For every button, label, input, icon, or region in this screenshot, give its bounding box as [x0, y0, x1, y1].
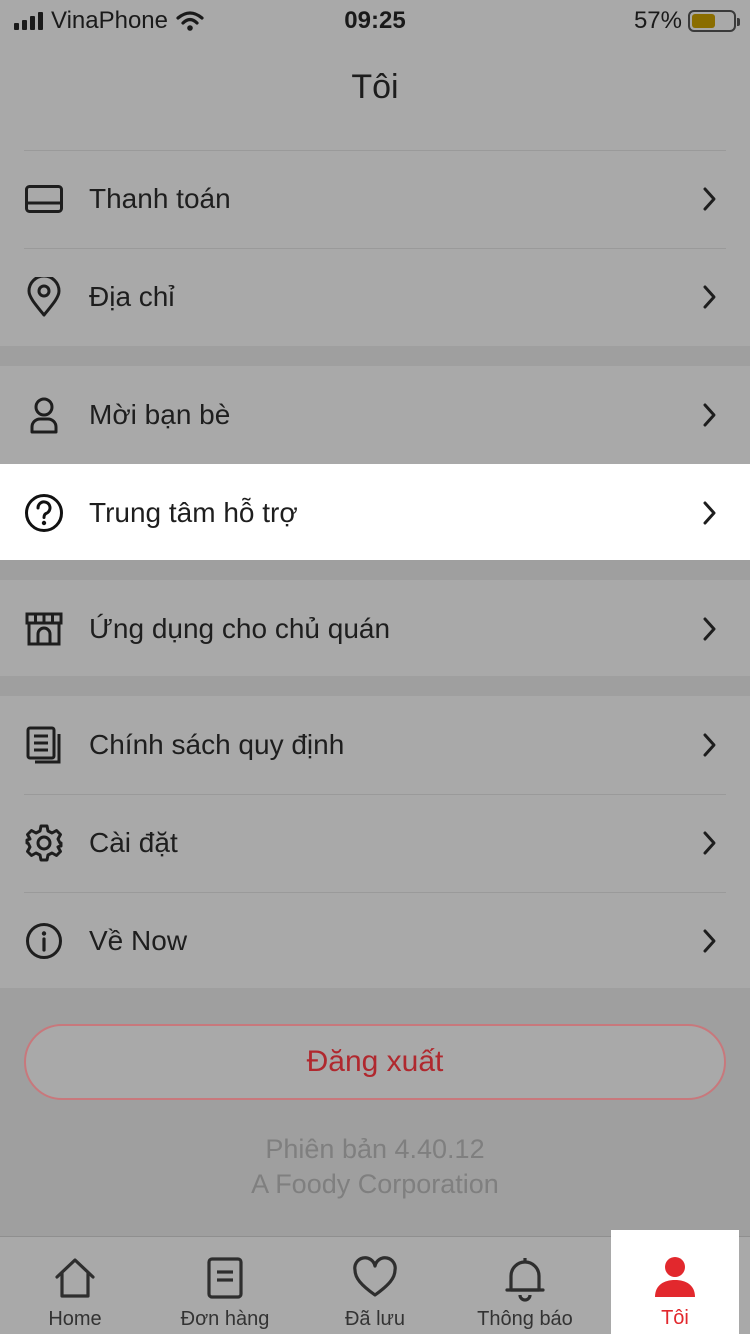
- battery-level: [692, 14, 715, 28]
- menu-item-payment[interactable]: Thanh toán: [0, 150, 750, 248]
- menu-item-label: Địa chỉ: [89, 281, 175, 312]
- menu-item-about[interactable]: Về Now: [0, 892, 750, 990]
- menu-group-account: Thanh toán Địa chỉ: [0, 150, 750, 346]
- tab-home[interactable]: Home: [0, 1237, 150, 1334]
- status-bar: VinaPhone 09:25 57%: [0, 0, 750, 42]
- carrier-name: VinaPhone: [51, 7, 168, 34]
- battery-percent: 57%: [633, 7, 682, 34]
- person-icon: [24, 395, 64, 435]
- tab-saved[interactable]: Đã lưu: [300, 1237, 450, 1334]
- chevron-right-icon: [703, 285, 716, 309]
- menu-group-merchant: Ứng dụng cho chủ quán: [0, 580, 750, 678]
- store-icon: [24, 609, 64, 649]
- section-gap: [0, 560, 750, 580]
- menu-item-label: Mời bạn bè: [89, 399, 231, 430]
- tab-label: Đã lưu: [344, 1308, 406, 1330]
- profile-icon: [655, 1257, 695, 1297]
- menu-item-merchant-app[interactable]: Ứng dụng cho chủ quán: [0, 580, 750, 678]
- tab-label: Thông báo: [477, 1308, 573, 1330]
- order-icon: [207, 1257, 243, 1299]
- status-right: 57%: [633, 7, 740, 35]
- menu-item-settings[interactable]: Cài đặt: [0, 794, 750, 892]
- logout-button[interactable]: Đăng xuất: [24, 1024, 726, 1100]
- menu-item-label: Cài đặt: [89, 827, 178, 858]
- tab-orders[interactable]: Đơn hàng: [150, 1237, 300, 1334]
- menu-item-label: Thanh toán: [89, 183, 231, 214]
- tab-label: Tôi: [661, 1307, 689, 1329]
- bell-icon: [505, 1258, 545, 1302]
- chevron-right-icon: [703, 501, 716, 525]
- location-pin-icon: [24, 277, 64, 317]
- menu-item-label: Về Now: [89, 925, 188, 956]
- card-icon: [24, 179, 64, 219]
- logout-section: Đăng xuất Phiên bản 4.40.12 A Foody Corp…: [0, 988, 750, 1236]
- status-left: VinaPhone: [14, 7, 204, 35]
- company-name: A Foody Corporation: [251, 1169, 499, 1199]
- page-title: Tôi: [351, 68, 399, 106]
- tab-notifications[interactable]: Thông báo: [450, 1237, 600, 1334]
- chevron-right-icon: [703, 403, 716, 427]
- app-version: Phiên bản 4.40.12: [265, 1134, 485, 1164]
- battery-icon: [688, 10, 740, 32]
- chevron-right-icon: [703, 929, 716, 953]
- section-gap: [0, 676, 750, 696]
- document-icon: [24, 725, 64, 765]
- chevron-right-icon: [703, 187, 716, 211]
- menu-item-label: Chính sách quy định: [89, 729, 345, 760]
- gear-icon: [24, 823, 64, 863]
- home-icon: [55, 1258, 95, 1298]
- screen: VinaPhone 09:25 57% Tôi Thanh toán Địa c…: [0, 0, 750, 1334]
- section-gap: [0, 346, 750, 366]
- tab-label: Đơn hàng: [180, 1308, 270, 1330]
- menu-item-support-center[interactable]: Trung tâm hỗ trợ: [0, 464, 750, 562]
- menu-item-invite-friends[interactable]: Mời bạn bè: [0, 366, 750, 464]
- wifi-icon: [176, 11, 204, 31]
- menu-item-label: Trung tâm hỗ trợ: [89, 497, 298, 528]
- menu-group-social: Mời bạn bè Trung tâm hỗ trợ: [0, 366, 750, 562]
- menu-item-policies[interactable]: Chính sách quy định: [0, 696, 750, 794]
- menu-item-label: Ứng dụng cho chủ quán: [89, 613, 391, 644]
- chevron-right-icon: [703, 617, 716, 641]
- signal-icon: [14, 12, 43, 30]
- heart-icon: [353, 1256, 397, 1297]
- tab-label: Home: [48, 1308, 102, 1330]
- page-header: Tôi: [0, 42, 750, 150]
- info-icon: [24, 921, 64, 961]
- tab-profile[interactable]: Tôi: [611, 1230, 739, 1334]
- chevron-right-icon: [703, 831, 716, 855]
- menu-item-address[interactable]: Địa chỉ: [0, 248, 750, 346]
- chevron-right-icon: [703, 733, 716, 757]
- tab-bar: Home Đơn hàng Đã lưu Thông báo Tôi: [0, 1230, 750, 1334]
- menu-group-info: Chính sách quy định Cài đặt Về Now: [0, 696, 750, 990]
- question-icon: [24, 493, 64, 533]
